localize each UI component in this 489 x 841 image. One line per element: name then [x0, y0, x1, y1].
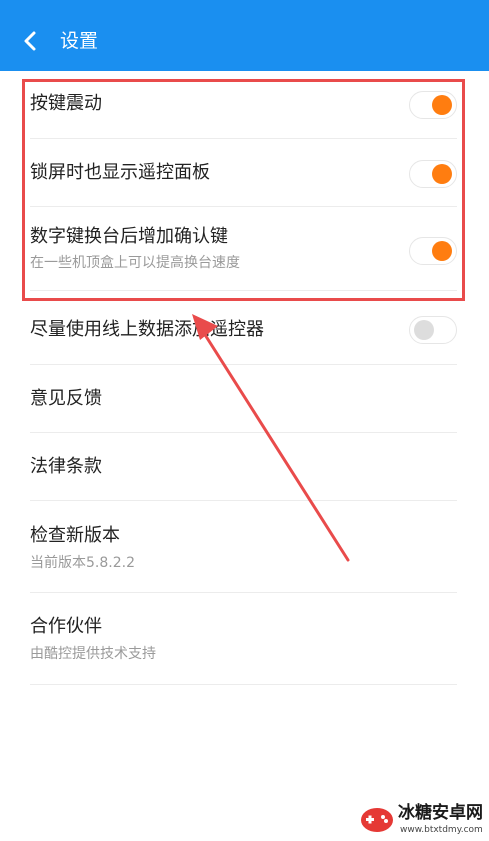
- page-title: 设置: [60, 30, 99, 52]
- lockscreen-panel-toggle[interactable]: [409, 160, 457, 188]
- setting-key-vibration[interactable]: 按键震动: [0, 71, 489, 139]
- setting-description: 当前版本5.8.2.2: [30, 555, 135, 571]
- key-vibration-toggle[interactable]: [409, 91, 457, 119]
- setting-label: 合作伙伴: [30, 616, 102, 637]
- setting-lockscreen-panel[interactable]: 锁屏时也显示遥控面板: [0, 139, 489, 207]
- setting-label: 数字键换台后增加确认键: [30, 226, 228, 247]
- toggle-knob: [432, 95, 452, 115]
- setting-feedback[interactable]: 意见反馈: [0, 365, 489, 433]
- setting-partners[interactable]: 合作伙伴 由酷控提供技术支持: [0, 593, 489, 685]
- watermark-url: www.btxtdmy.com: [400, 825, 483, 835]
- setting-check-update[interactable]: 检查新版本 当前版本5.8.2.2: [0, 501, 489, 593]
- gamepad-logo-icon: [361, 808, 393, 832]
- setting-label: 锁屏时也显示遥控面板: [30, 162, 210, 183]
- online-data-toggle[interactable]: [409, 316, 457, 344]
- setting-label: 检查新版本: [30, 525, 120, 546]
- setting-label: 尽量使用线上数据添加遥控器: [30, 319, 264, 340]
- setting-legal[interactable]: 法律条款: [0, 433, 489, 501]
- divider: [30, 684, 457, 685]
- setting-label: 法律条款: [30, 456, 102, 477]
- setting-description: 在一些机顶盒上可以提高换台速度: [30, 255, 240, 271]
- setting-label: 意见反馈: [30, 388, 102, 409]
- top-app-bar: 设置: [0, 0, 489, 71]
- toggle-knob: [432, 164, 452, 184]
- confirm-key-toggle[interactable]: [409, 237, 457, 265]
- setting-description: 由酷控提供技术支持: [30, 646, 156, 662]
- toggle-knob: [432, 241, 452, 261]
- setting-confirm-key[interactable]: 数字键换台后增加确认键 在一些机顶盒上可以提高换台速度: [0, 207, 489, 291]
- watermark-title: 冰糖安卓网: [398, 803, 483, 823]
- setting-label: 按键震动: [30, 93, 102, 114]
- setting-online-data[interactable]: 尽量使用线上数据添加遥控器: [0, 291, 489, 365]
- settings-list: 按键震动 锁屏时也显示遥控面板 数字键换台后增加确认键 在一些机顶盒上可以提高换…: [0, 71, 489, 685]
- chevron-left-icon[interactable]: [20, 30, 42, 52]
- watermark: 冰糖安卓网 www.btxtdmy.com: [354, 800, 489, 841]
- toggle-knob: [414, 320, 434, 340]
